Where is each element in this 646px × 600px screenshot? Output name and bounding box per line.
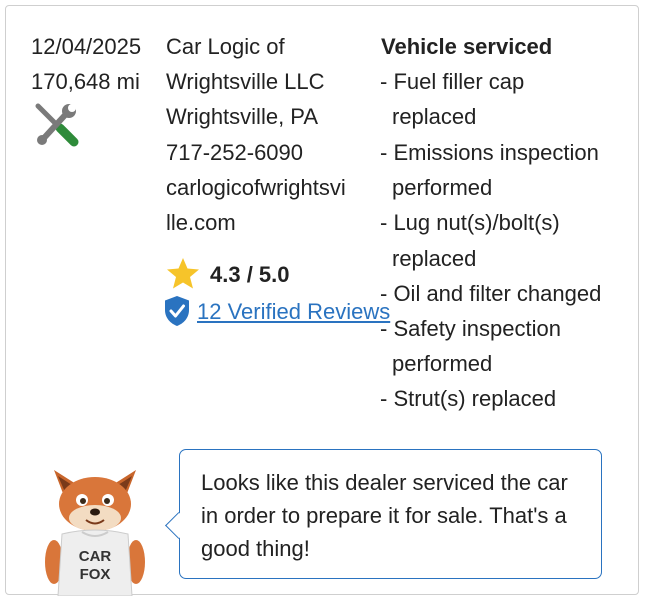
service-line: - Oil and filter changed	[380, 281, 602, 306]
service-line: - Fuel filler cap	[380, 69, 525, 94]
verified-shield-icon	[165, 296, 189, 326]
dealer-name-line1: Car Logic of	[166, 34, 285, 59]
odometer-reading: 170,648 mi	[31, 69, 140, 94]
carfox-mascot: CAR FOX	[45, 470, 145, 596]
service-line: performed	[392, 351, 493, 376]
shirt-text-line2: FOX	[80, 566, 111, 583]
shirt-text-line1: CAR	[79, 548, 112, 565]
verified-reviews-link[interactable]: 12 Verified Reviews	[197, 295, 390, 329]
service-line: replaced	[392, 104, 477, 129]
service-line: replaced	[392, 246, 477, 271]
service-line: - Lug nut(s)/bolt(s)	[380, 210, 560, 235]
service-date: 12/04/2025	[31, 34, 142, 59]
dealer-website-line2[interactable]: lle.com	[166, 205, 236, 240]
dealer-location: Wrightsville, PA	[166, 104, 319, 129]
dealer-website-line1[interactable]: carlogicofwrightsvi	[166, 170, 346, 205]
service-line: performed	[392, 175, 493, 200]
dealer-phone[interactable]: 717-252-6090	[166, 135, 303, 170]
wrench-screwdriver-icon	[35, 103, 79, 147]
carfox-message: Looks like this dealer serviced the car …	[201, 470, 568, 561]
services-title: Vehicle serviced	[381, 34, 553, 59]
carfox-speech-bubble: Looks like this dealer serviced the car …	[165, 449, 602, 579]
service-line: - Strut(s) replaced	[380, 386, 557, 411]
dealer-name-line2: Wrightsville LLC	[166, 69, 325, 94]
service-line: - Emissions inspection	[380, 140, 599, 165]
rating-value: 4.3 / 5.0	[210, 262, 290, 287]
star-icon	[167, 258, 199, 289]
service-line: - Safety inspection	[380, 316, 561, 341]
